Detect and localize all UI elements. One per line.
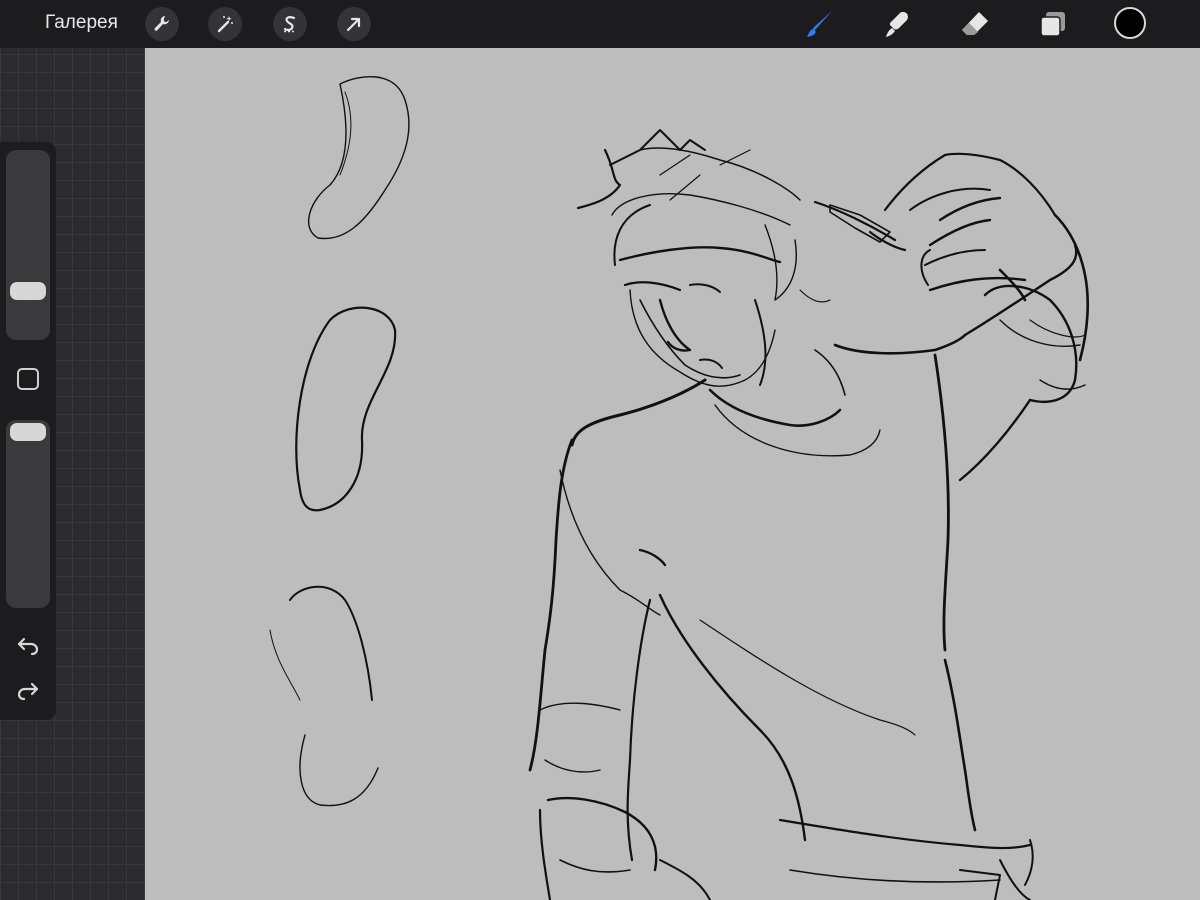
layers-button[interactable] xyxy=(1035,6,1071,42)
brush-button[interactable] xyxy=(802,6,838,42)
selection-button[interactable] xyxy=(273,7,307,41)
drawing-canvas[interactable] xyxy=(145,48,1200,900)
magic-wand-icon xyxy=(217,16,233,33)
undo-button[interactable] xyxy=(14,632,42,660)
transform-arrow-icon xyxy=(346,17,361,32)
opacity-slider[interactable] xyxy=(6,420,50,608)
brush-size-thumb[interactable] xyxy=(10,282,46,300)
top-toolbar: Галерея xyxy=(0,0,1200,48)
gallery-button[interactable]: Галерея xyxy=(45,12,118,34)
eraser-icon xyxy=(962,12,988,35)
wrench-icon xyxy=(154,16,169,31)
layers-icon xyxy=(1040,12,1065,37)
eraser-button[interactable] xyxy=(957,6,993,42)
redo-button[interactable] xyxy=(14,677,42,705)
smudge-icon xyxy=(886,12,908,37)
actions-button[interactable] xyxy=(145,7,179,41)
undo-arrow-icon xyxy=(17,637,39,656)
brush-size-slider[interactable] xyxy=(6,150,50,340)
transform-button[interactable] xyxy=(337,7,371,41)
redo-arrow-icon xyxy=(17,682,39,701)
modify-square-button[interactable] xyxy=(17,368,39,390)
brush-icon xyxy=(807,11,832,37)
sketch-drawing xyxy=(269,75,1090,900)
smudge-button[interactable] xyxy=(879,6,915,42)
adjustments-button[interactable] xyxy=(208,7,242,41)
selection-s-icon xyxy=(283,16,296,33)
left-sidebar xyxy=(0,142,56,720)
color-picker-button[interactable] xyxy=(1114,7,1146,39)
opacity-thumb[interactable] xyxy=(10,423,46,441)
